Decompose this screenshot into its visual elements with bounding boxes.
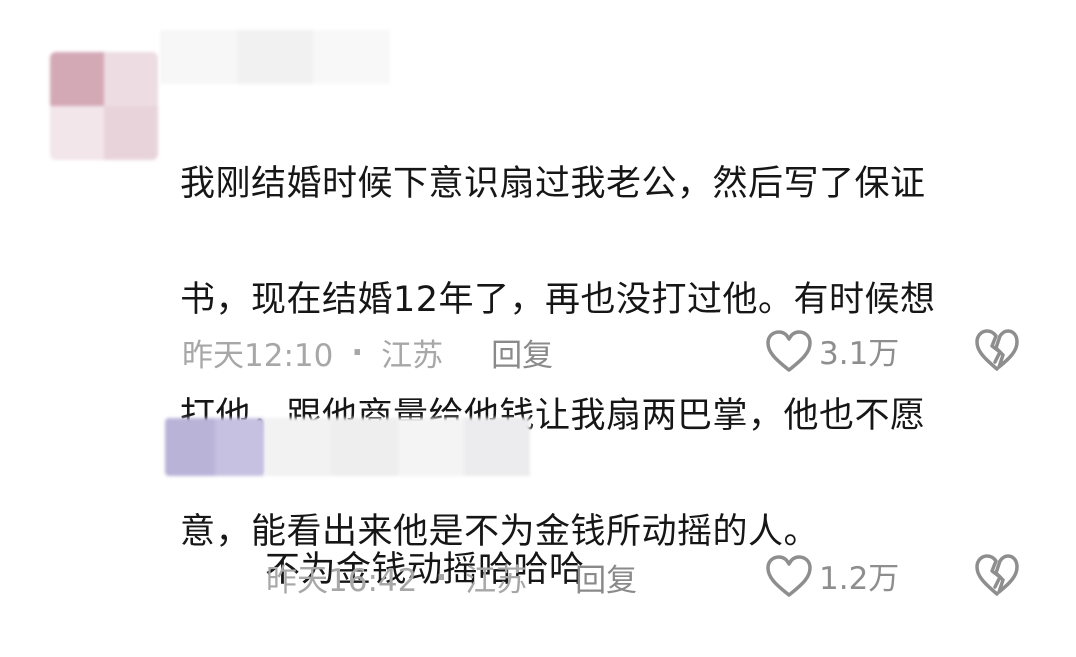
dislike-button[interactable] <box>974 328 1020 376</box>
heart-icon <box>765 329 813 373</box>
comment-meta: 昨天16:42 · 江苏 回复 <box>266 555 637 600</box>
comment-meta: 昨天12:10 · 江苏 回复 <box>182 330 553 375</box>
dislike-button[interactable] <box>974 553 1020 601</box>
location: 江苏 <box>465 563 528 599</box>
like-count: 3.1万 <box>819 336 900 372</box>
avatar[interactable] <box>165 418 265 476</box>
reply-button[interactable]: 回复 <box>491 330 553 375</box>
avatar[interactable] <box>50 52 158 160</box>
like-button[interactable]: 1.2万 <box>765 553 899 598</box>
comment-line: 我刚结婚时候下意识扇过我老公，然后写了保证 <box>180 164 926 204</box>
username-redacted[interactable] <box>265 418 530 476</box>
location: 江苏 <box>381 338 444 374</box>
comment-line: 书，现在结婚12年了，再也没打过他。有时候想 <box>180 280 936 320</box>
separator: · <box>351 334 364 371</box>
username-redacted[interactable] <box>160 30 390 84</box>
timestamp: 昨天16:42 <box>266 563 418 599</box>
heart-icon <box>765 554 813 598</box>
broken-heart-icon <box>974 554 1020 601</box>
broken-heart-icon <box>974 329 1020 376</box>
like-count: 1.2万 <box>819 561 900 597</box>
timestamp: 昨天12:10 <box>182 338 334 374</box>
separator: · <box>435 559 448 596</box>
like-button[interactable]: 3.1万 <box>765 328 899 373</box>
reply-button[interactable]: 回复 <box>575 555 637 600</box>
